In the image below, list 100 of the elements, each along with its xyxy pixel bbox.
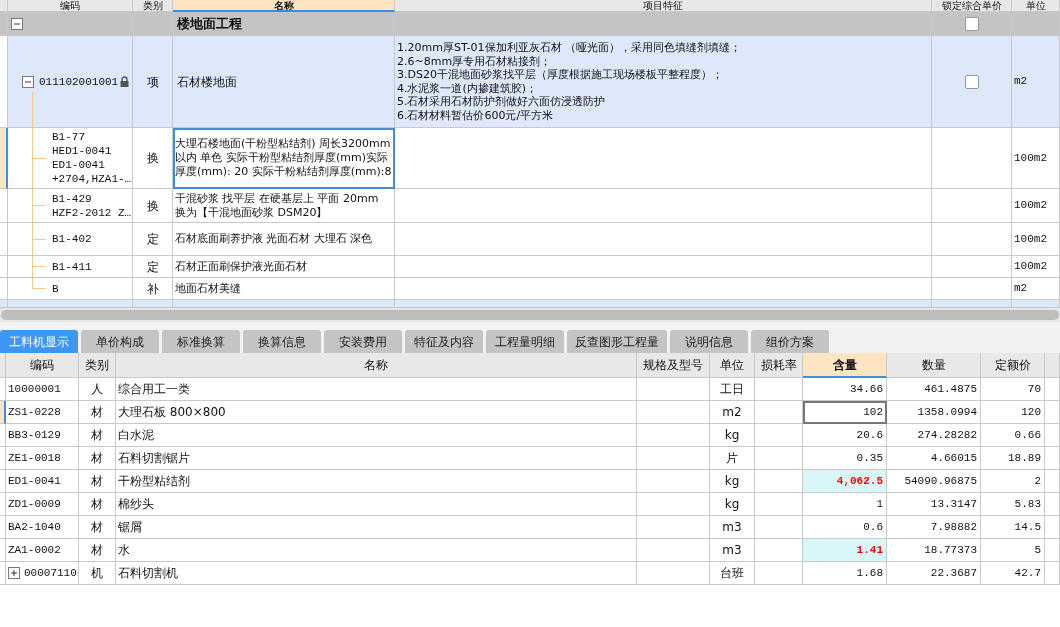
table-cell: 人 [79, 378, 116, 401]
collapse-icon[interactable] [11, 17, 23, 30]
table-cell: 材 [79, 401, 116, 424]
table-cell: ZD1-0009 [6, 493, 79, 516]
expand-icon[interactable] [8, 567, 20, 579]
table-cell [755, 447, 803, 470]
collapse-icon[interactable] [22, 75, 34, 88]
table-cell: 100m2 [1012, 189, 1060, 223]
table-cell: 18.89 [981, 447, 1045, 470]
table-cell: 70 [981, 378, 1045, 401]
table-cell: 片 [710, 447, 755, 470]
column-header[interactable]: 规格及型号 [637, 353, 710, 378]
table-cell [1045, 447, 1060, 470]
table-cell: 石材楼地面 [173, 36, 395, 128]
code-text: ED1-0041 [52, 158, 106, 172]
code-text: B [52, 281, 59, 296]
table-cell: 水 [116, 539, 637, 562]
feature-line: 2.6~8mm厚专用石材粘接剂； [397, 54, 553, 68]
tab[interactable]: 单价构成 [81, 330, 159, 353]
table-cell: 锯屑 [116, 516, 637, 539]
table-cell: 石材正面刷保护液光面石材 [173, 256, 395, 278]
checkbox[interactable] [964, 74, 979, 89]
feature-line: 4.水泥浆一道(内掺建筑胶)； [397, 81, 539, 95]
table-cell [755, 516, 803, 539]
table-cell [1045, 539, 1060, 562]
table-cell: 100m2 [1012, 128, 1060, 189]
table-cell: 1 [803, 493, 887, 516]
code-text: 011102001001 [39, 74, 119, 90]
table-cell [755, 378, 803, 401]
code-text: B1-402 [52, 232, 92, 246]
table-cell: 1358.0994 [887, 401, 981, 424]
table-cell: 工日 [710, 378, 755, 401]
table-cell: 14.5 [981, 516, 1045, 539]
table-cell: 10000001 [6, 378, 79, 401]
table-cell [755, 401, 803, 424]
table-cell: 定 [133, 223, 173, 256]
table-cell: BA2-1040 [6, 516, 79, 539]
table-cell: 材 [79, 493, 116, 516]
table-cell: BB3-0129 [6, 424, 79, 447]
table-cell [755, 562, 803, 585]
table-cell: m2 [1012, 36, 1060, 128]
column-header[interactable]: 类别 [79, 353, 116, 378]
feature-line: 5.石材采用石材防护剂做好六面仿浸透防护 [397, 95, 607, 109]
table-cell: 材 [79, 516, 116, 539]
table-cell: 石料切割锯片 [116, 447, 637, 470]
column-header [1045, 353, 1060, 378]
column-header[interactable]: 定额价 [981, 353, 1045, 378]
tab[interactable]: 组价方案 [751, 330, 829, 353]
scrollbar[interactable] [0, 308, 1060, 322]
table-cell [1045, 424, 1060, 447]
table-cell: kg [710, 424, 755, 447]
tab[interactable]: 换算信息 [243, 330, 321, 353]
table-cell: m3 [710, 516, 755, 539]
table-cell: 白水泥 [116, 424, 637, 447]
table-cell: 换 [133, 189, 173, 223]
column-header[interactable]: 编码 [6, 353, 79, 378]
code-text: B1-411 [52, 259, 92, 274]
table-cell: 120 [981, 401, 1045, 424]
table-cell: 机 [79, 562, 116, 585]
table-cell [1045, 516, 1060, 539]
column-header[interactable]: 数量 [887, 353, 981, 378]
code-text: B1-77 [52, 130, 86, 144]
table-cell: 材 [79, 470, 116, 493]
table-cell: 石料切割机 [116, 562, 637, 585]
tab[interactable]: 说明信息 [670, 330, 748, 353]
column-header[interactable]: 含量 [803, 353, 887, 378]
table-cell: 大理石板 800×800 [116, 401, 637, 424]
column-header[interactable]: 名称 [116, 353, 637, 378]
code-text: HED1-0041 [52, 144, 113, 158]
table-cell: 台班 [710, 562, 755, 585]
table-cell: 7.98882 [887, 516, 981, 539]
tab[interactable]: 反查图形工程量 [567, 330, 667, 353]
checkbox[interactable] [964, 16, 979, 31]
edit-field[interactable]: 大理石楼地面(干粉型粘结剂) 周长3200mm以内 单色 实际干粉型粘结剂厚度(mm)实际厚度(mm): 20 实际干粉粘结剂厚度(mm):8 [173, 128, 395, 189]
table-cell: 1.68 [803, 562, 887, 585]
table-cell: 0.66 [981, 424, 1045, 447]
table-cell: 棉纱头 [116, 493, 637, 516]
table-cell: 274.28282 [887, 424, 981, 447]
table-cell: ZA1-0002 [6, 539, 79, 562]
table-cell [755, 493, 803, 516]
table-cell: 42.7 [981, 562, 1045, 585]
table-cell: 2 [981, 470, 1045, 493]
tab[interactable]: 工程量明细 [486, 330, 564, 353]
feature-line: 6.石材材料暂估价600元/平方米 [397, 108, 555, 122]
table-cell: ED1-0041 [6, 470, 79, 493]
edit-field[interactable]: 102 [803, 401, 887, 424]
table-cell: kg [710, 470, 755, 493]
table-cell [1045, 470, 1060, 493]
code-text: HZF2-2012 Z… [52, 205, 132, 220]
code-text: 00007110 [24, 565, 77, 581]
tab[interactable]: 安装费用 [324, 330, 402, 353]
tab[interactable]: 标准换算 [162, 330, 240, 353]
table-cell: ZE1-0018 [6, 447, 79, 470]
table-cell [1045, 562, 1060, 585]
table-cell: 石材底面刷养护液 光面石材 大理石 深色 [173, 223, 395, 256]
table-cell: 54090.96875 [887, 470, 981, 493]
tab[interactable]: 特征及内容 [405, 330, 483, 353]
column-header[interactable]: 名称 [173, 0, 395, 12]
table-cell: m2 [710, 401, 755, 424]
column-header[interactable]: 单位 [710, 353, 755, 378]
